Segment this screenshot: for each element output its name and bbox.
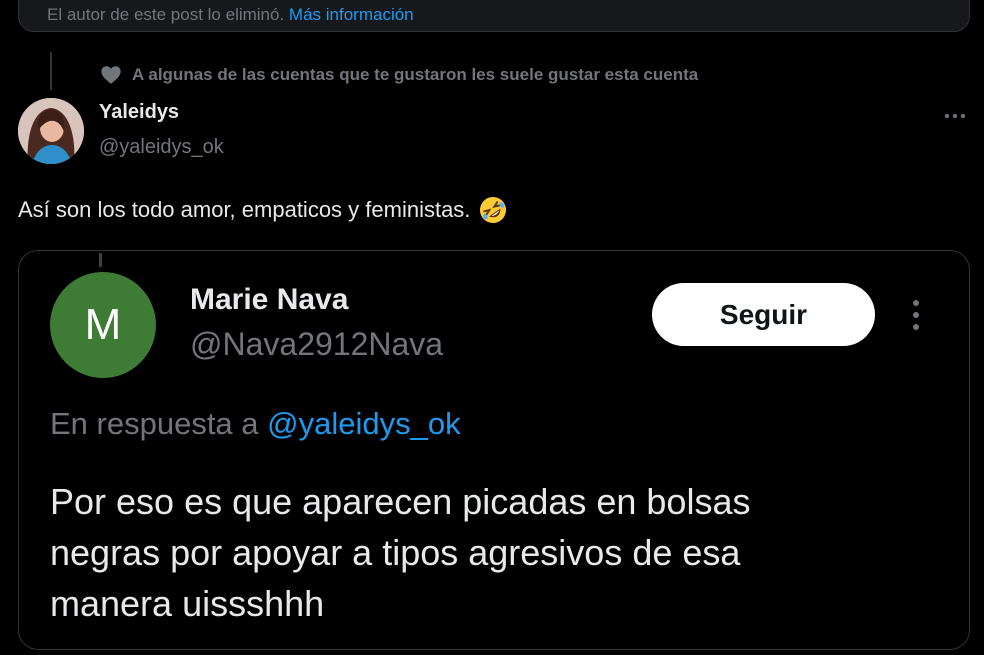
- quoted-text-line: Por eso es que aparecen picadas en bolsa…: [50, 481, 751, 522]
- more-options-icon[interactable]: [938, 104, 972, 128]
- quoted-text-line: manera uissshhh: [50, 583, 325, 624]
- quoted-more-options-icon[interactable]: [906, 296, 926, 334]
- social-context-text: A algunas de las cuentas que te gustaron…: [132, 65, 699, 84]
- quoted-tweet-text: Por eso es que aparecen picadas en bolsa…: [50, 476, 930, 629]
- deleted-post-message: El autor de este post lo eliminó.: [47, 5, 285, 24]
- tweet-text: Así son los todo amor, empaticos y femin…: [18, 197, 471, 222]
- thread-connector: [50, 52, 52, 90]
- deleted-post-notice: El autor de este post lo eliminó. Más in…: [18, 0, 970, 32]
- quote-connector: [99, 253, 102, 267]
- quoted-author-handle[interactable]: @Nava2912Nava: [190, 326, 443, 363]
- author-avatar[interactable]: [18, 98, 84, 164]
- follow-button[interactable]: Seguir: [652, 283, 875, 346]
- quoted-author-name[interactable]: Marie Nava: [190, 283, 348, 317]
- rolling-on-floor-laughing-emoji-icon: [480, 197, 507, 223]
- reply-mention-link[interactable]: @yaleidys_ok: [267, 406, 460, 441]
- reply-prefix: En respuesta a: [50, 406, 259, 441]
- quoted-text-line: negras por apoyar a tipos agresivos de e…: [50, 532, 741, 573]
- author-name[interactable]: Yaleidys: [99, 101, 179, 124]
- heart-icon: [101, 66, 121, 84]
- more-info-link[interactable]: Más información: [289, 5, 414, 24]
- quoted-avatar-letter: M: [84, 300, 122, 349]
- reply-context: En respuesta a @yaleidys_ok: [50, 406, 461, 442]
- follow-button-label: Seguir: [719, 298, 808, 330]
- author-avatar-image: [18, 98, 84, 164]
- quoted-author-avatar[interactable]: M: [50, 272, 156, 378]
- social-context: A algunas de las cuentas que te gustaron…: [100, 64, 698, 86]
- tweet-text-row: Así son los todo amor, empaticos y femin…: [18, 195, 508, 225]
- author-handle[interactable]: @yaleidys_ok: [99, 136, 224, 159]
- deleted-post-text: El autor de este post lo eliminó. Más in…: [47, 5, 414, 25]
